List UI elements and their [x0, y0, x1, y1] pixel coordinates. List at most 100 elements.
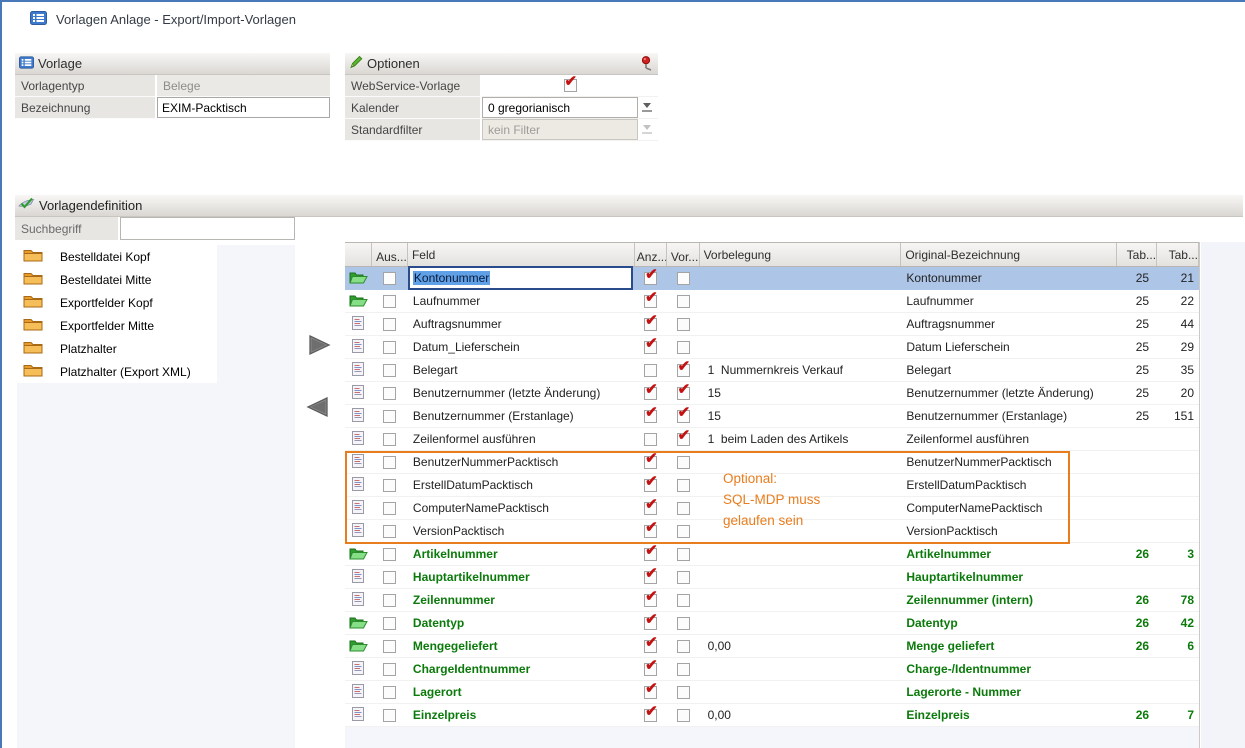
aus-checkbox[interactable]: [383, 433, 396, 446]
aus-checkbox[interactable]: [383, 571, 396, 584]
col-tab2[interactable]: Tab...: [1157, 243, 1199, 266]
vor-checkbox[interactable]: [677, 364, 690, 377]
anz-checkbox[interactable]: [644, 525, 657, 538]
col-vorbelegung[interactable]: Vorbelegung: [700, 243, 902, 266]
pin-icon[interactable]: [641, 56, 652, 74]
col-original[interactable]: Original-Bezeichnung: [901, 243, 1117, 266]
vor-checkbox[interactable]: [677, 272, 690, 285]
vorbelegung-cell[interactable]: 15: [700, 405, 902, 427]
col-anz[interactable]: Anz...: [635, 243, 667, 266]
kalender-dropdown-arrow-icon[interactable]: [638, 97, 655, 118]
anz-checkbox[interactable]: [644, 502, 657, 515]
anz-checkbox[interactable]: [644, 364, 657, 377]
table-row[interactable]: Auftragsnummer Auftragsnummer Auftragsnu…: [345, 313, 1199, 336]
aus-checkbox[interactable]: [383, 318, 396, 331]
vorbelegung-cell[interactable]: [700, 313, 902, 335]
aus-checkbox[interactable]: [383, 548, 396, 561]
anz-checkbox[interactable]: [644, 663, 657, 676]
vorbelegung-cell[interactable]: [700, 589, 902, 611]
vorbelegung-cell[interactable]: [700, 520, 902, 542]
table-row[interactable]: VersionPacktisch VersionPacktisch Versio…: [345, 520, 1199, 543]
table-row[interactable]: ComputerNamePacktisch ComputerNamePackti…: [345, 497, 1199, 520]
table-row[interactable]: Lagerort Lagerort Lagerorte - Nummer: [345, 681, 1199, 704]
vor-checkbox[interactable]: [677, 410, 690, 423]
vorbelegung-cell[interactable]: [700, 566, 902, 588]
col-icon[interactable]: [345, 243, 372, 266]
anz-checkbox[interactable]: [644, 410, 657, 423]
table-row[interactable]: BenutzerNummerPacktisch BenutzerNummerPa…: [345, 451, 1199, 474]
vorbelegung-cell[interactable]: 0,00: [700, 704, 902, 726]
vorbelegung-cell[interactable]: [700, 658, 902, 680]
list-item[interactable]: Platzhalter: [17, 337, 217, 360]
vor-checkbox[interactable]: [677, 617, 690, 630]
list-item[interactable]: Bestelldatei Mitte: [17, 268, 217, 291]
aus-checkbox[interactable]: [383, 502, 396, 515]
vor-checkbox[interactable]: [677, 686, 690, 699]
aus-checkbox[interactable]: [383, 686, 396, 699]
table-row[interactable]: Mengegeliefert Mengegeliefert 0,00 Menge…: [345, 635, 1199, 658]
anz-checkbox[interactable]: [644, 318, 657, 331]
table-row[interactable]: Belegart Belegart 1 Nummernkreis Verkauf…: [345, 359, 1199, 382]
move-left-button[interactable]: [305, 396, 330, 421]
vor-checkbox[interactable]: [677, 502, 690, 515]
aus-checkbox[interactable]: [383, 387, 396, 400]
list-item[interactable]: Bestelldatei Kopf: [17, 245, 217, 268]
vor-checkbox[interactable]: [677, 709, 690, 722]
vorbelegung-cell[interactable]: 1 beim Laden des Artikels: [700, 428, 902, 450]
aus-checkbox[interactable]: [383, 617, 396, 630]
webservice-checkbox[interactable]: [564, 79, 577, 92]
anz-checkbox[interactable]: [644, 433, 657, 446]
aus-checkbox[interactable]: [383, 341, 396, 354]
table-row[interactable]: Zeilenformel ausführen Zeilenformel ausf…: [345, 428, 1199, 451]
list-item[interactable]: Platzhalter (Export XML): [17, 360, 217, 383]
col-feld[interactable]: Feld: [408, 243, 635, 266]
vor-checkbox[interactable]: [677, 548, 690, 561]
table-row[interactable]: Benutzernummer (Erstanlage) Benutzernumm…: [345, 405, 1199, 428]
bezeichnung-input[interactable]: [157, 97, 330, 118]
anz-checkbox[interactable]: [644, 341, 657, 354]
col-aus[interactable]: Aus...: [372, 243, 408, 266]
table-row[interactable]: ErstellDatumPacktisch ErstellDatumPackti…: [345, 474, 1199, 497]
anz-checkbox[interactable]: [644, 617, 657, 630]
anz-checkbox[interactable]: [644, 640, 657, 653]
anz-checkbox[interactable]: [644, 709, 657, 722]
vor-checkbox[interactable]: [677, 479, 690, 492]
vorbelegung-cell[interactable]: 15: [700, 382, 902, 404]
aus-checkbox[interactable]: [383, 663, 396, 676]
anz-checkbox[interactable]: [644, 479, 657, 492]
list-item[interactable]: Exportfelder Kopf: [17, 291, 217, 314]
vor-checkbox[interactable]: [677, 318, 690, 331]
aus-checkbox[interactable]: [383, 479, 396, 492]
aus-checkbox[interactable]: [383, 640, 396, 653]
vorbelegung-cell[interactable]: [700, 267, 902, 289]
suchbegriff-input[interactable]: [120, 217, 295, 240]
aus-checkbox[interactable]: [383, 525, 396, 538]
vorbelegung-cell[interactable]: 1 Nummernkreis Verkauf: [700, 359, 902, 381]
aus-checkbox[interactable]: [383, 709, 396, 722]
aus-checkbox[interactable]: [383, 364, 396, 377]
vor-checkbox[interactable]: [677, 594, 690, 607]
anz-checkbox[interactable]: [644, 295, 657, 308]
table-row[interactable]: Datentyp Datentyp Datentyp 26 42: [345, 612, 1199, 635]
vor-checkbox[interactable]: [677, 640, 690, 653]
aus-checkbox[interactable]: [383, 272, 396, 285]
feld-inline-editor[interactable]: Kontonummer: [408, 266, 633, 290]
col-tab1[interactable]: Tab...: [1117, 243, 1157, 266]
vor-checkbox[interactable]: [677, 456, 690, 469]
vorbelegung-cell[interactable]: 0,00: [700, 635, 902, 657]
vorbelegung-cell[interactable]: [700, 290, 902, 312]
kalender-select[interactable]: 0 gregorianisch: [482, 97, 638, 118]
aus-checkbox[interactable]: [383, 594, 396, 607]
anz-checkbox[interactable]: [644, 456, 657, 469]
vorbelegung-cell[interactable]: [700, 543, 902, 565]
vorbelegung-cell[interactable]: [700, 681, 902, 703]
anz-checkbox[interactable]: [644, 686, 657, 699]
table-row[interactable]: Hauptartikelnummer Hauptartikelnummer Ha…: [345, 566, 1199, 589]
vorbelegung-cell[interactable]: [700, 612, 902, 634]
table-row[interactable]: Laufnummer Laufnummer Laufnummer 25 22: [345, 290, 1199, 313]
anz-checkbox[interactable]: [644, 272, 657, 285]
vorbelegung-cell[interactable]: [700, 451, 902, 473]
table-row[interactable]: Benutzernummer (letzte Änderung) Benutze…: [345, 382, 1199, 405]
vor-checkbox[interactable]: [677, 295, 690, 308]
col-vor[interactable]: Vor...: [667, 243, 700, 266]
